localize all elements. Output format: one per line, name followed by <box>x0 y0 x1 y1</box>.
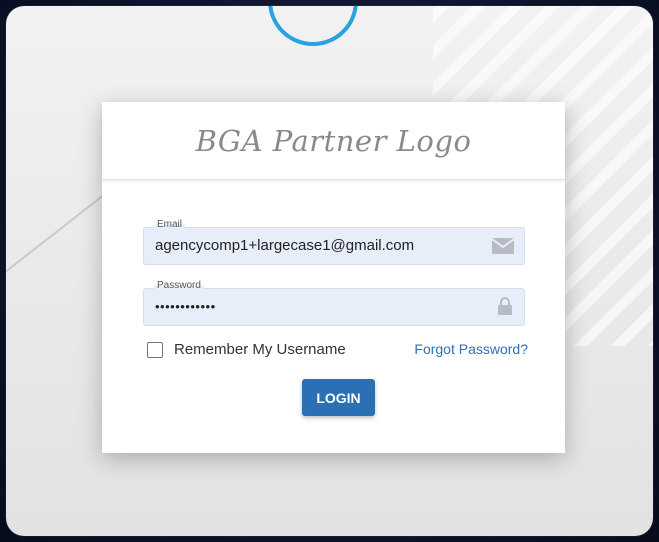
email-label: Email <box>154 219 186 230</box>
login-button[interactable]: LOGIN <box>302 379 375 416</box>
password-field[interactable]: Password •••••••••••• <box>143 280 525 326</box>
card-header: BGA Partner Logo <box>102 102 565 180</box>
password-label: Password <box>154 280 204 291</box>
background-line <box>6 187 113 288</box>
email-field[interactable]: Email agencycomp1+largecase1@gmail.com <box>143 219 525 265</box>
decorative-circle <box>268 6 358 46</box>
login-card: BGA Partner Logo Email agencycomp1+large… <box>102 102 565 453</box>
partner-logo: BGA Partner Logo <box>195 123 472 158</box>
forgot-password-link[interactable]: Forgot Password? <box>414 341 528 357</box>
password-value: •••••••••••• <box>155 299 216 314</box>
remember-username-toggle[interactable]: Remember My Username <box>147 341 346 358</box>
login-screen: BGA Partner Logo Email agencycomp1+large… <box>6 6 653 536</box>
email-value: agencycomp1+largecase1@gmail.com <box>155 237 415 254</box>
lock-icon <box>498 297 512 315</box>
device-frame: BGA Partner Logo Email agencycomp1+large… <box>0 0 659 542</box>
remember-label: Remember My Username <box>174 341 346 358</box>
envelope-icon <box>491 238 515 254</box>
remember-checkbox[interactable] <box>147 341 163 358</box>
